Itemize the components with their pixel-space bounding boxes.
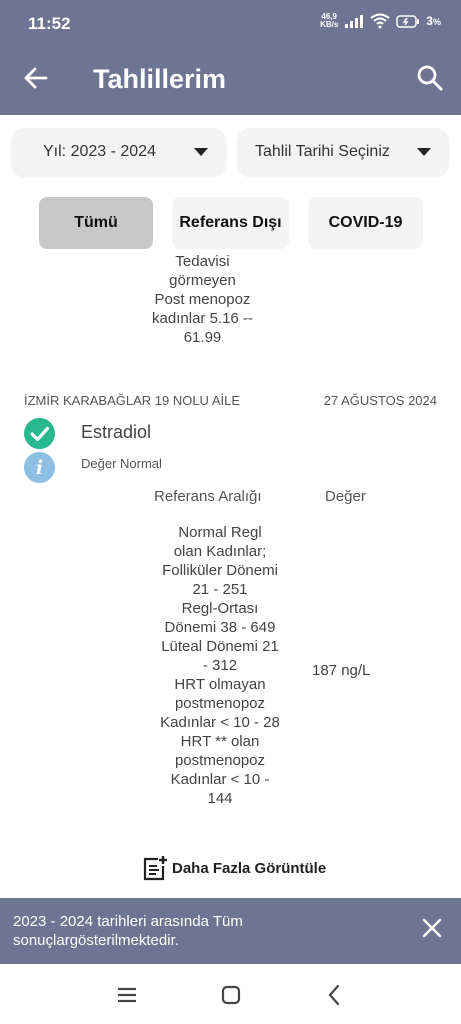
test-name: Estradiol bbox=[81, 422, 152, 442]
status-time: 11:52 bbox=[28, 14, 71, 33]
battery-icon bbox=[396, 14, 420, 28]
status-icons: 46,9 KB/s 3% bbox=[320, 13, 441, 29]
year-dropdown[interactable]: Yıl: 2023 - 2024 bbox=[11, 128, 226, 176]
wifi-icon bbox=[370, 13, 390, 29]
close-icon[interactable] bbox=[420, 916, 444, 940]
value-header: Değer bbox=[325, 488, 366, 505]
home-icon[interactable] bbox=[218, 982, 244, 1008]
lab-name: İZMİR KARABAĞLAR 19 NOLU AİLE bbox=[24, 393, 241, 408]
test-date-dropdown[interactable]: Tahlil Tarihi Seçiniz bbox=[237, 128, 449, 176]
show-more-label: Daha Fazla Görüntüle bbox=[172, 859, 327, 877]
status-bar: 11:52 46,9 KB/s 3% bbox=[0, 0, 461, 44]
show-more-button[interactable]: Daha Fazla Görüntüle bbox=[142, 855, 326, 881]
back-icon[interactable] bbox=[322, 982, 348, 1008]
back-arrow-icon[interactable] bbox=[22, 64, 50, 92]
signal-icon bbox=[345, 15, 364, 28]
reference-range: Normal Regl olan Kadınlar; Folliküler Dö… bbox=[160, 524, 280, 807]
info-icon: i bbox=[24, 452, 55, 483]
battery-level: 3% bbox=[426, 14, 441, 28]
reference-range-header: Referans Aralığı bbox=[154, 488, 262, 505]
add-note-icon bbox=[143, 856, 167, 881]
tab-all[interactable]: Tümü bbox=[39, 197, 153, 249]
page-title: Tahlillerim bbox=[93, 64, 227, 94]
app-bar: Tahlillerim bbox=[0, 44, 461, 115]
chevron-down-icon bbox=[194, 148, 208, 156]
result-value: 187 ng/L bbox=[312, 662, 371, 679]
snackbar: 2023 - 2024 tarihleri arasında Tüm sonuç… bbox=[0, 898, 461, 964]
recent-apps-icon[interactable] bbox=[114, 982, 140, 1008]
search-icon[interactable] bbox=[416, 64, 444, 92]
result-status: Değer Normal bbox=[81, 456, 162, 471]
year-dropdown-label: Yıl: 2023 - 2024 bbox=[43, 143, 156, 160]
result-date: 27 AĞUSTOS 2024 bbox=[323, 393, 437, 408]
tab-out-of-reference[interactable]: Referans Dışı bbox=[172, 197, 289, 249]
previous-reference-range: Tedavisi görmeyen Post menopoz kadınlar … bbox=[152, 253, 253, 346]
tab-covid-19[interactable]: COVID-19 bbox=[308, 197, 423, 249]
snackbar-message: 2023 - 2024 tarihleri arasında Tüm sonuç… bbox=[13, 913, 243, 949]
network-speed: 46,9 KB/s bbox=[320, 12, 339, 29]
test-date-dropdown-label: Tahlil Tarihi Seçiniz bbox=[255, 143, 390, 160]
system-nav-bar bbox=[0, 964, 461, 1024]
chevron-down-icon bbox=[417, 148, 431, 156]
check-circle-icon bbox=[24, 418, 55, 449]
